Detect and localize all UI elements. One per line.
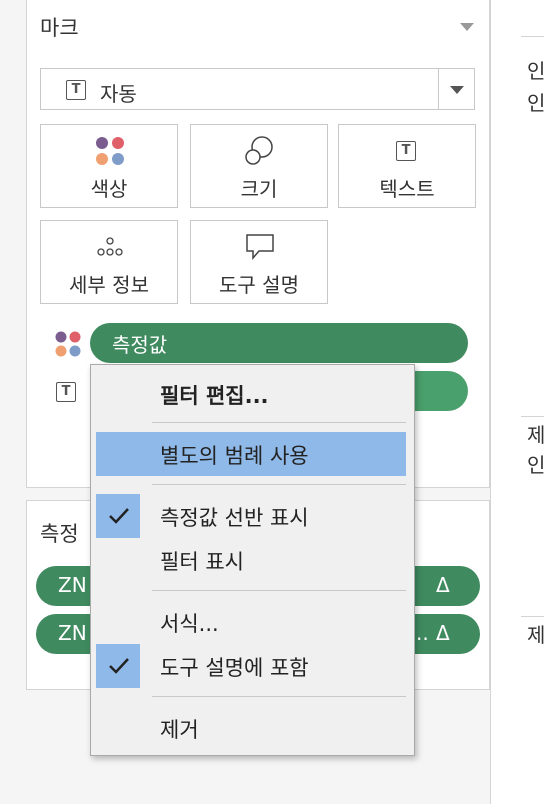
detail-button[interactable]: 세부 정보 [40, 220, 178, 304]
pill-label: 측정값 [112, 333, 168, 357]
tooltip-icon [246, 234, 274, 261]
text-button-label: 텍스트 [379, 177, 435, 201]
text-mark-icon: T [66, 80, 86, 100]
chevron-down-icon[interactable] [450, 86, 464, 94]
view-text: 인 [527, 91, 544, 115]
pill-label-ellipsis: .. [416, 621, 429, 645]
color-icon [55, 331, 81, 357]
menu-item-label: 필터 편집... [160, 384, 269, 408]
divider [521, 36, 544, 37]
text-icon: T [56, 382, 76, 402]
color-button-label: 색상 [90, 177, 128, 201]
divider [521, 616, 544, 617]
marks-menu-caret-icon[interactable] [460, 23, 474, 31]
menu-item-label: 별도의 범례 사용 [160, 444, 309, 468]
text-button[interactable]: T 텍스트 [338, 124, 476, 208]
menu-item-separate-legends[interactable]: 별도의 범례 사용 [96, 432, 406, 476]
view-text: 제 [527, 423, 544, 447]
view-text: 인 [527, 59, 544, 83]
text-icon: T [396, 141, 416, 161]
view-text: 인 [527, 453, 544, 477]
size-button-label: 크기 [240, 177, 278, 201]
size-button[interactable]: 크기 [190, 124, 328, 208]
menu-item-include-in-tooltip[interactable]: 도구 설명에 포함 [96, 644, 406, 688]
size-icon [245, 136, 273, 165]
menu-separator [152, 484, 406, 485]
view-area: 인 인 제 인 제 [490, 0, 544, 804]
menu-item-edit-filter[interactable]: 필터 편집... [96, 372, 406, 416]
color-icon [96, 137, 124, 165]
menu-item-format[interactable]: 서식... [96, 600, 406, 644]
delta-icon: Δ [436, 573, 450, 597]
tooltip-button[interactable]: 도구 설명 [190, 220, 328, 304]
menu-item-remove[interactable]: 제거 [96, 706, 406, 750]
delta-icon: Δ [436, 621, 450, 645]
menu-item-show-shelf[interactable]: 측정값 선반 표시 [96, 494, 406, 538]
detail-button-label: 세부 정보 [69, 273, 149, 297]
menu-separator [152, 696, 406, 697]
menu-item-label: 측정값 선반 표시 [160, 506, 309, 530]
detail-icon [97, 237, 123, 256]
marks-title: 마크 [40, 16, 79, 40]
tooltip-button-label: 도구 설명 [219, 273, 299, 297]
menu-item-show-filter[interactable]: 필터 표시 [96, 538, 406, 582]
menu-separator [152, 590, 406, 591]
menu-item-label: 필터 표시 [160, 550, 244, 574]
measure-values-title: 측정 [40, 522, 79, 546]
mark-type-value: 자동 [100, 82, 137, 106]
dropdown-separator [438, 69, 439, 109]
divider [521, 416, 544, 417]
menu-item-label: 제거 [160, 718, 199, 742]
menu-separator [152, 422, 406, 423]
menu-item-label: 도구 설명에 포함 [160, 656, 309, 680]
menu-item-label: 서식... [160, 612, 219, 636]
pill-label: ZN [58, 573, 87, 597]
pill-label: ZN [58, 621, 87, 645]
left-gutter [0, 0, 26, 804]
measure-values-pill[interactable]: 측정값 [90, 323, 468, 363]
view-text: 제 [527, 623, 544, 647]
color-button[interactable]: 색상 [40, 124, 178, 208]
